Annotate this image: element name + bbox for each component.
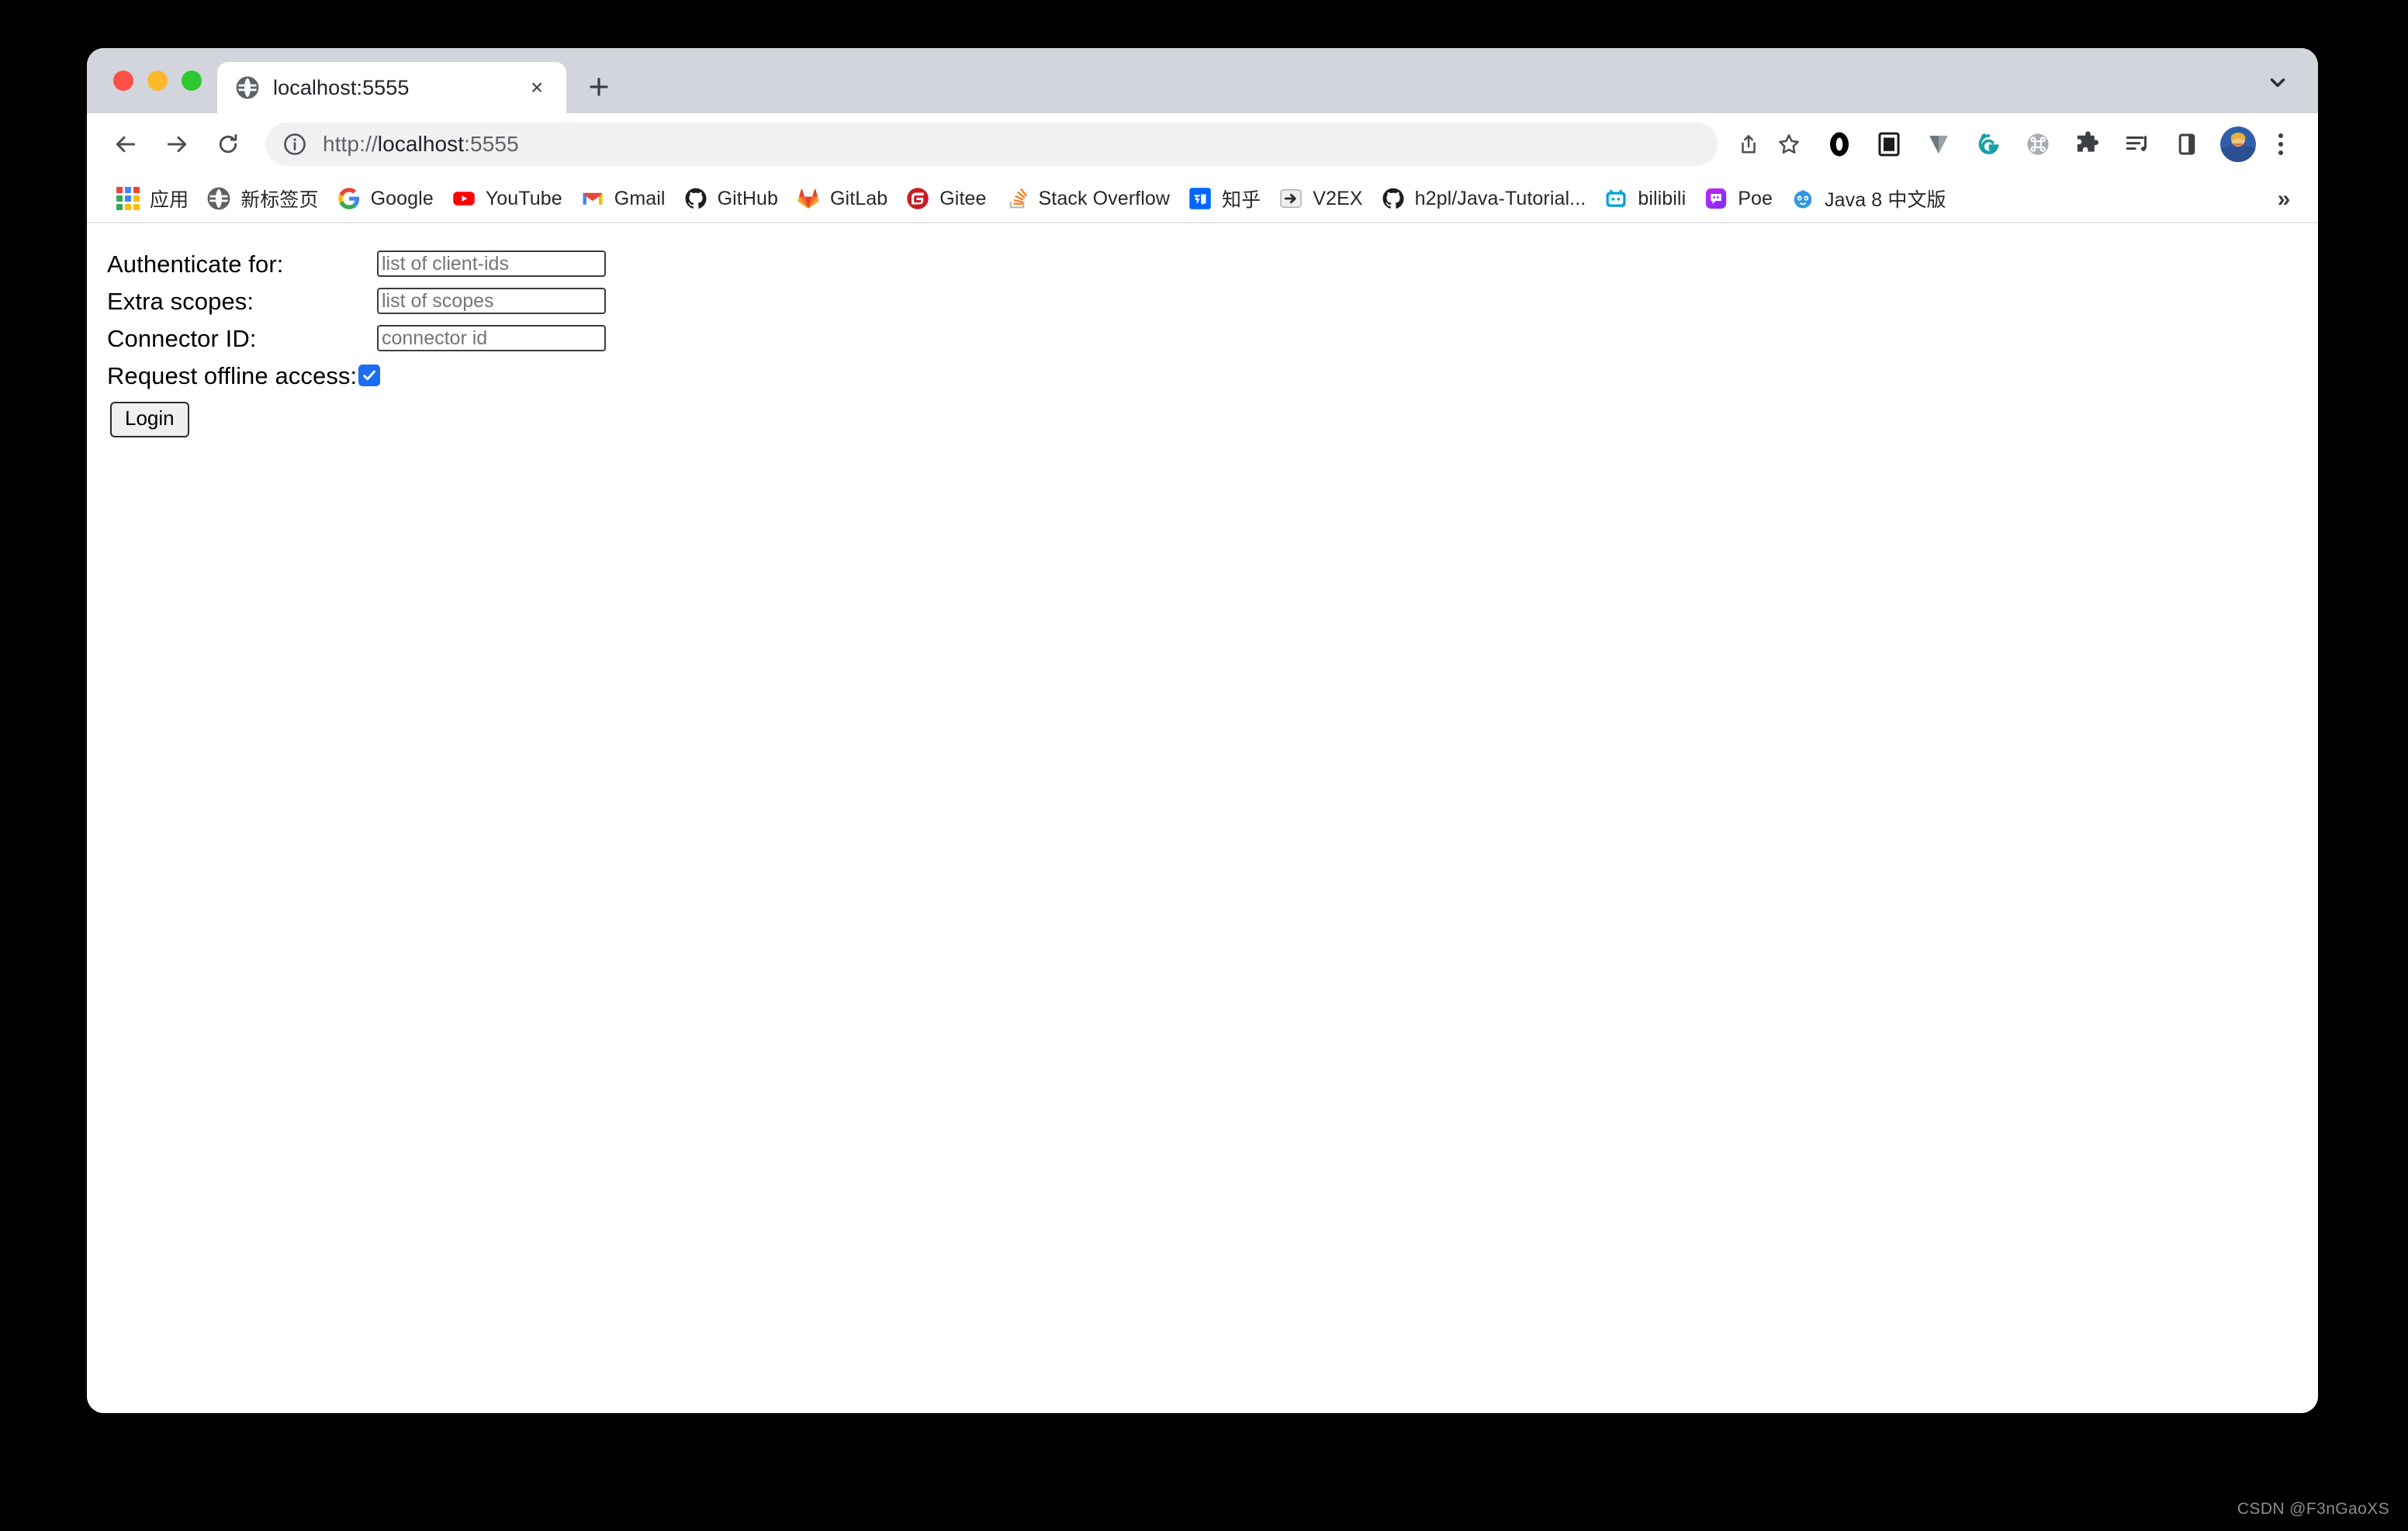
bookmark-v2ex[interactable]: V2EX (1270, 180, 1372, 217)
tab-title: localhost:5555 (273, 75, 410, 99)
bookmark-github[interactable]: GitHub (675, 180, 787, 217)
watermark: CSDN @F3nGaoXS (2237, 1500, 2389, 1518)
bookmark-google[interactable]: Google (328, 180, 443, 217)
poe-icon (1704, 187, 1728, 210)
browser-tab[interactable]: localhost:5555 × (217, 62, 566, 113)
tab-search-button[interactable] (2258, 62, 2298, 102)
bookmark-label: 新标签页 (240, 189, 319, 211)
offline-access-label: Request offline access: (107, 361, 358, 389)
apps-grid-icon (116, 187, 140, 210)
bilibili-icon (1604, 187, 1628, 210)
form-row-connector-id: Connector ID: (107, 320, 2318, 357)
v2ex-icon (1279, 187, 1303, 210)
bookmark-label: GitHub (717, 187, 778, 209)
bookmark-bilibili[interactable]: bilibili (1595, 180, 1695, 217)
close-icon[interactable]: × (521, 72, 552, 103)
bookmark-label: Java 8 中文版 (1825, 189, 1946, 211)
bookmark-label: Gitee (939, 187, 987, 209)
grammarly-g-icon[interactable] (1969, 125, 2008, 164)
authenticate-for-input[interactable] (377, 251, 606, 277)
bookmark-star-icon[interactable] (1769, 124, 1809, 164)
form-row-extra-scopes: Extra scopes: (107, 282, 2318, 320)
screenshot-icon[interactable] (1870, 125, 1908, 164)
google-g-icon (337, 187, 361, 210)
window-controls (87, 48, 217, 113)
github-icon (684, 187, 708, 210)
bookmark-apps[interactable]: 应用 (107, 180, 198, 217)
new-tab-button[interactable] (577, 65, 621, 109)
browser-toolbar: http://localhost:5555 (87, 113, 2318, 175)
login-button[interactable]: Login (110, 402, 189, 437)
bookmark-label: Google (370, 187, 434, 209)
gitee-icon (906, 187, 929, 210)
check-icon (363, 370, 376, 381)
page-content: Authenticate for: Extra scopes: Connecto… (87, 223, 2318, 1413)
gmail-icon (581, 187, 604, 210)
bookmark-label: Stack Overflow (1038, 187, 1171, 209)
bookmark-gitlab[interactable]: GitLab (787, 180, 897, 217)
bookmark-java-tutorial[interactable]: h2pl/Java-Tutorial... (1372, 180, 1596, 217)
bookmark-poe[interactable]: Poe (1695, 180, 1782, 217)
vimeo-v-icon[interactable] (1919, 125, 1958, 164)
maximize-window-button[interactable] (182, 71, 202, 91)
info-circle-icon[interactable] (282, 132, 307, 157)
bookmark-label: bilibili (1638, 187, 1687, 209)
bookmarks-overflow-button[interactable]: » (2267, 181, 2301, 217)
reload-button[interactable] (206, 123, 250, 166)
stackoverflow-icon (1005, 187, 1029, 210)
side-panel-icon[interactable] (2168, 125, 2206, 164)
globe-icon (207, 187, 230, 210)
bookmark-label: YouTube (485, 187, 562, 209)
back-button[interactable] (104, 123, 147, 166)
bookmark-zhihu[interactable]: 知乎 (1179, 180, 1270, 217)
authenticate-for-label: Authenticate for: (107, 250, 284, 278)
share-icon[interactable] (1728, 124, 1769, 164)
opera-ring-icon[interactable] (1820, 125, 1859, 164)
youtube-icon (452, 187, 476, 210)
close-window-button[interactable] (113, 71, 133, 91)
bookmark-label: V2EX (1313, 187, 1363, 209)
minimize-window-button[interactable] (147, 71, 168, 91)
avatar[interactable] (2220, 126, 2256, 162)
extra-scopes-label: Extra scopes: (107, 287, 254, 315)
java8-cn-icon (1791, 187, 1815, 210)
form-row-authenticate-for: Authenticate for: (107, 245, 2318, 282)
url-port: :5555 (464, 132, 519, 156)
login-button-wrapper: Login (107, 394, 2318, 437)
bookmark-youtube[interactable]: YouTube (443, 180, 572, 217)
zhihu-icon (1188, 187, 1212, 210)
bookmark-new-tab-page[interactable]: 新标签页 (198, 180, 327, 217)
bookmark-stack-overflow[interactable]: Stack Overflow (996, 180, 1180, 217)
tab-strip: localhost:5555 × (87, 48, 2318, 113)
command-key-icon[interactable] (2019, 125, 2057, 164)
bookmark-label: 应用 (150, 189, 189, 211)
github-icon (1382, 187, 1405, 210)
connector-id-input[interactable] (377, 325, 606, 351)
bookmark-label: Gmail (614, 187, 666, 209)
bookmark-java8-cn[interactable]: Java 8 中文版 (1782, 180, 1956, 217)
connector-id-label: Connector ID: (107, 324, 257, 352)
url-text: http://localhost:5555 (323, 132, 519, 157)
puzzle-extensions-icon[interactable] (2068, 125, 2107, 164)
url-scheme: http:// (323, 132, 378, 156)
media-playlist-icon[interactable] (2118, 125, 2157, 164)
address-bar[interactable]: http://localhost:5555 (265, 123, 1718, 166)
browser-window: localhost:5555 × http://localhost:5555 应… (87, 48, 2318, 1413)
bookmark-label: GitLab (830, 187, 888, 209)
bookmark-label: Poe (1738, 187, 1773, 209)
extra-scopes-input[interactable] (377, 288, 606, 314)
bookmark-gmail[interactable]: Gmail (572, 180, 675, 217)
offline-access-checkbox[interactable] (358, 365, 381, 386)
gitlab-icon (797, 187, 820, 210)
globe-icon (236, 76, 259, 99)
bookmark-label: h2pl/Java-Tutorial... (1414, 187, 1586, 209)
forward-button[interactable] (155, 123, 199, 166)
url-host: localhost (377, 132, 465, 156)
form-row-offline-access: Request offline access: (107, 357, 2318, 394)
bookmark-label: 知乎 (1222, 189, 1261, 211)
bookmark-gitee[interactable]: Gitee (897, 180, 995, 217)
three-dot-menu-icon[interactable] (2264, 124, 2298, 164)
bookmarks-bar: 应用 新标签页 Google YouTube Gmail GitHub GitL… (87, 175, 2318, 223)
